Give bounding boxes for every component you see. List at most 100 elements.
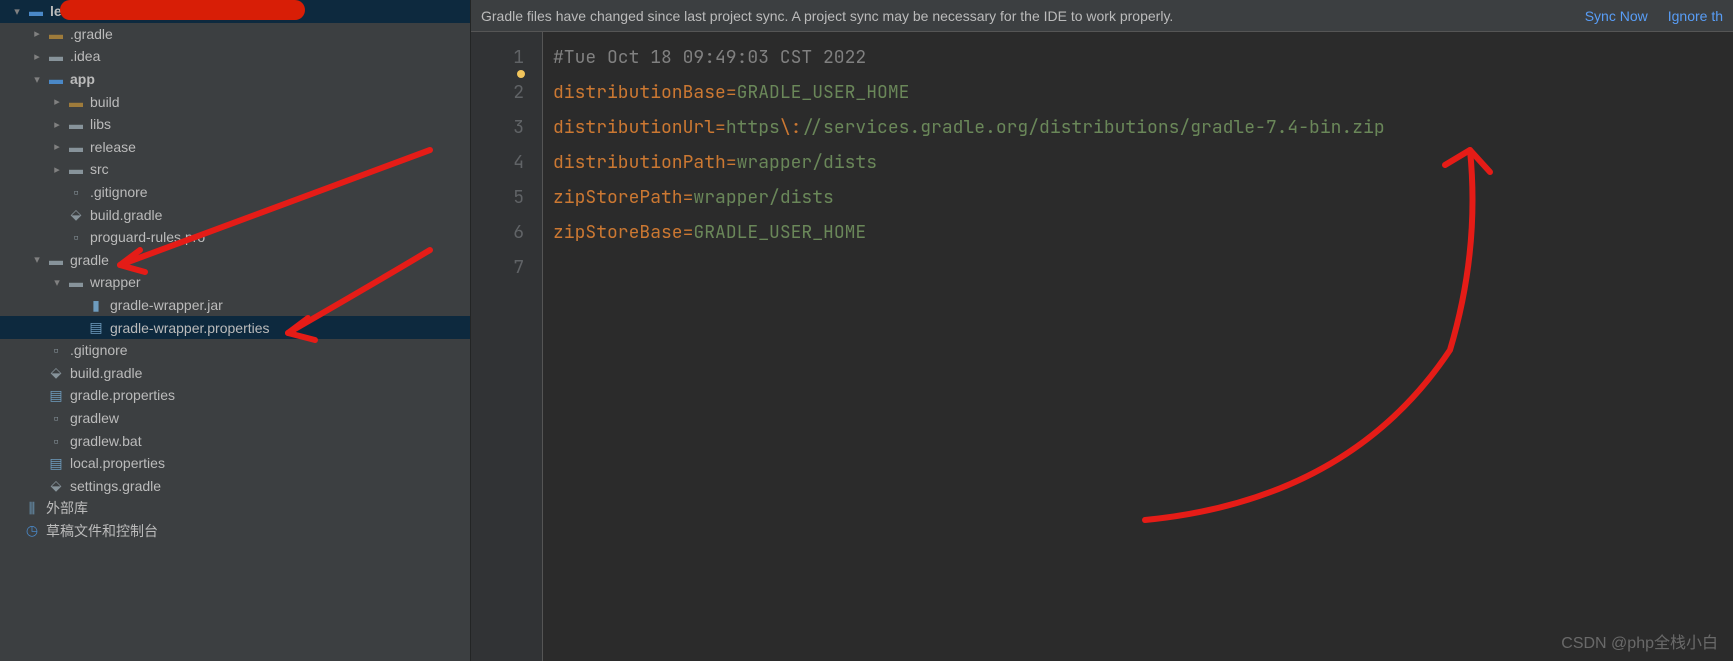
- tree-item[interactable]: ⬙ settings.gradle: [0, 474, 470, 497]
- gutter-line-number: 5: [471, 180, 524, 215]
- expand-arrow-icon[interactable]: ▸: [50, 118, 64, 131]
- file-icon: ▫: [47, 342, 65, 358]
- tree-item-label: 草稿文件和控制台: [46, 521, 158, 541]
- module-folder-icon: ▬: [27, 3, 45, 19]
- folder-icon: ▬: [67, 94, 85, 110]
- tree-item-label: src: [90, 161, 109, 177]
- sync-notification-bar: Gradle files have changed since last pro…: [471, 0, 1733, 32]
- expand-arrow-icon[interactable]: ▸: [30, 27, 44, 40]
- expand-arrow-icon[interactable]: ▸: [50, 140, 64, 153]
- tree-item[interactable]: ▤ local.properties: [0, 452, 470, 475]
- prop-key: zipStoreBase: [553, 221, 683, 244]
- tree-item[interactable]: ▾▬ gradle: [0, 249, 470, 272]
- tree-item[interactable]: ▸▬ release: [0, 136, 470, 159]
- jar-icon: ▮: [87, 297, 105, 314]
- tree-item-label: gradle.properties: [70, 387, 175, 403]
- expand-arrow-icon[interactable]: ▸: [50, 163, 64, 176]
- gutter-line-number: 6: [471, 215, 524, 250]
- tree-item-label: build.gradle: [90, 207, 162, 223]
- project-tree-panel[interactable]: ▾▬lemon▸▬.gradle▸▬.idea▾▬app▸▬build▸▬lib…: [0, 0, 471, 661]
- gutter-line-number: 1: [471, 40, 524, 75]
- prop-key: distributionPath: [553, 151, 726, 174]
- tree-item[interactable]: ▫ .gitignore: [0, 339, 470, 362]
- tree-item-label: gradlew: [70, 410, 119, 426]
- tree-item[interactable]: ▤gradle.properties: [0, 384, 470, 407]
- tree-item[interactable]: ▫ gradlew: [0, 407, 470, 430]
- tree-item[interactable]: ⬙ build.gradle: [0, 203, 470, 226]
- file-icon: ▫: [47, 410, 65, 426]
- libraries-icon: ⫼: [23, 500, 41, 517]
- watermark: CSDN @php全栈小白: [1561, 629, 1718, 653]
- tree-item[interactable]: ▸▬ .idea: [0, 45, 470, 68]
- folder-icon: ▬: [47, 252, 65, 268]
- tree-item-label: app: [70, 71, 95, 87]
- tree-item[interactable]: ⫼ 外部库: [0, 497, 470, 520]
- code-editor[interactable]: 1234567 #Tue Oct 18 09:49:03 CST 2022 di…: [471, 32, 1733, 661]
- gutter: 1234567: [471, 32, 543, 661]
- tree-item[interactable]: ◷草稿文件和控制台: [0, 520, 470, 543]
- folder-icon: ▬: [47, 48, 65, 64]
- folder-icon: ▬: [67, 274, 85, 290]
- tree-item[interactable]: ▫ proguard-rules.pro: [0, 226, 470, 249]
- file-icon: ▫: [67, 229, 85, 245]
- folder-icon: ▬: [67, 161, 85, 177]
- redaction-mark: [60, 0, 305, 20]
- expand-arrow-icon[interactable]: ▾: [50, 276, 64, 289]
- tree-item[interactable]: ▸▬ src: [0, 158, 470, 181]
- prop-value: GRADLE_USER_HOME: [693, 221, 866, 244]
- tree-item[interactable]: ⬙ build.gradle: [0, 362, 470, 385]
- tree-item-label: .gitignore: [90, 184, 148, 200]
- tree-item-label: build.gradle: [70, 365, 142, 381]
- tree-item[interactable]: ▸▬ build: [0, 90, 470, 113]
- tree-item[interactable]: ▫ .gitignore: [0, 181, 470, 204]
- notification-message: Gradle files have changed since last pro…: [481, 8, 1565, 24]
- warning-indicator-icon[interactable]: [517, 70, 525, 78]
- tree-item-label: proguard-rules.pro: [90, 229, 205, 245]
- prop-key: distributionBase: [553, 81, 726, 104]
- tree-item[interactable]: ▫ gradlew.bat: [0, 429, 470, 452]
- tree-item-label: gradlew.bat: [70, 433, 142, 449]
- prop-value: wrapper/dists: [693, 186, 833, 209]
- expand-arrow-icon[interactable]: ▾: [10, 5, 24, 18]
- expand-arrow-icon[interactable]: ▸: [50, 95, 64, 108]
- gradle-icon: ⬙: [47, 364, 65, 381]
- folder-icon: ▬: [67, 139, 85, 155]
- file-icon: ▫: [67, 184, 85, 200]
- properties-icon: ▤: [47, 455, 65, 472]
- tree-item[interactable]: ▸▬ libs: [0, 113, 470, 136]
- tree-item-label: build: [90, 94, 120, 110]
- gradle-icon: ⬙: [67, 206, 85, 223]
- tree-item-label: libs: [90, 116, 111, 132]
- tree-item-label: settings.gradle: [70, 478, 161, 494]
- tree-item[interactable]: ▸▬ .gradle: [0, 23, 470, 46]
- gutter-line-number: 3: [471, 110, 524, 145]
- tree-item-label: gradle: [70, 252, 109, 268]
- expand-arrow-icon[interactable]: ▸: [30, 50, 44, 63]
- tree-item[interactable]: ▾▬ app: [0, 68, 470, 91]
- gutter-line-number: 7: [471, 250, 524, 285]
- tree-item-label: .gradle: [70, 26, 113, 42]
- ignore-link[interactable]: Ignore th: [1668, 8, 1723, 24]
- tree-item-label: gradle-wrapper.properties: [110, 320, 270, 336]
- expand-arrow-icon[interactable]: ▾: [30, 253, 44, 266]
- tree-item-label: .idea: [70, 48, 100, 64]
- tree-item[interactable]: ▮gradle-wrapper.jar: [0, 294, 470, 317]
- code-comment: #Tue Oct 18 09:49:03 CST 2022: [553, 46, 866, 69]
- prop-key: distributionUrl: [553, 116, 715, 139]
- prop-value: //services.gradle.org/distributions/grad…: [801, 116, 1384, 139]
- folder-icon: ▬: [67, 116, 85, 132]
- prop-value: wrapper/dists: [737, 151, 877, 174]
- gradle-icon: ⬙: [47, 477, 65, 494]
- file-icon: ▫: [47, 433, 65, 449]
- tree-item[interactable]: ▾▬wrapper: [0, 271, 470, 294]
- sync-now-link[interactable]: Sync Now: [1585, 8, 1648, 24]
- tree-item-label: 外部库: [46, 498, 88, 518]
- tree-item-label: local.properties: [70, 455, 165, 471]
- module-folder-icon: ▬: [47, 71, 65, 87]
- tree-item-label: .gitignore: [70, 342, 128, 358]
- tree-item[interactable]: ▤gradle-wrapper.properties: [0, 316, 470, 339]
- expand-arrow-icon[interactable]: ▾: [30, 73, 44, 86]
- editor-content[interactable]: #Tue Oct 18 09:49:03 CST 2022 distributi…: [543, 32, 1733, 661]
- tree-item-label: release: [90, 139, 136, 155]
- folder-icon: ▬: [47, 26, 65, 42]
